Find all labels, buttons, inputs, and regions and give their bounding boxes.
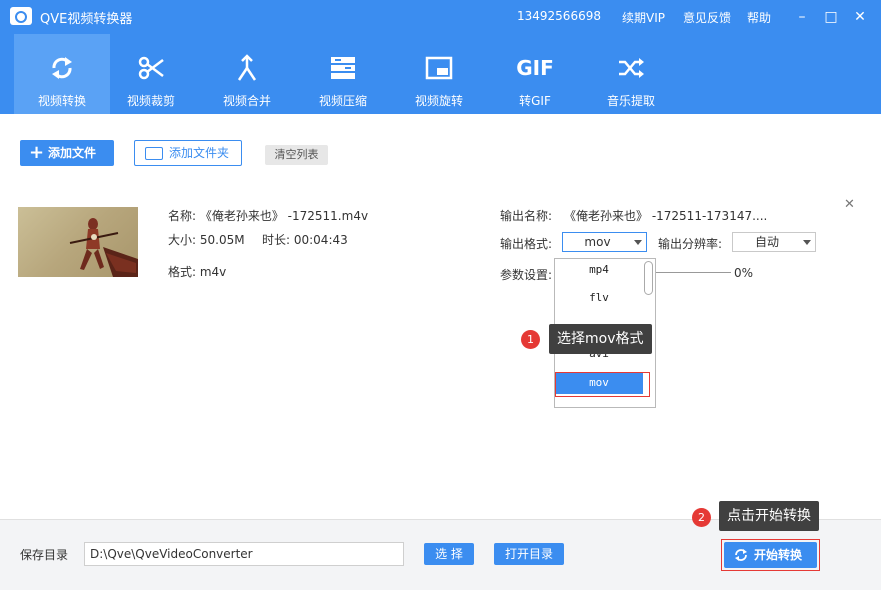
output-name: 《俺老孙来也》 -172511-173147.... <box>564 209 768 223</box>
tool-to-gif[interactable]: GIF 转GIF <box>487 34 583 114</box>
tool-video-compress[interactable]: 视频压缩 <box>295 34 391 114</box>
chevron-down-icon <box>803 240 811 245</box>
format-option-flv[interactable]: flv <box>555 291 643 304</box>
clear-list-button[interactable]: 清空列表 <box>265 145 328 165</box>
file-size: 大小: 50.05M <box>168 233 245 247</box>
dropdown-scrollbar[interactable] <box>644 261 653 295</box>
minimize-icon[interactable]: – <box>793 8 811 26</box>
help-link[interactable]: 帮助 <box>747 9 771 26</box>
params-value: 0% <box>734 266 754 280</box>
file-duration: 时长: 00:04:43 <box>262 233 348 247</box>
highlight-mov-option <box>555 372 650 397</box>
tool-video-rotate[interactable]: 视频旋转 <box>391 34 487 114</box>
tool-label: 视频旋转 <box>414 94 463 108</box>
output-resolution-select[interactable]: 自动 <box>732 232 816 252</box>
output-resolution-value: 自动 <box>754 235 779 249</box>
step-badge-1: 1 <box>521 330 540 349</box>
merge-icon <box>237 54 257 81</box>
file-format: 格式: m4v <box>168 265 227 279</box>
refresh-icon <box>735 549 747 561</box>
output-format-select[interactable]: mov <box>562 232 647 252</box>
params-label: 参数设置: <box>500 268 553 282</box>
tool-label: 视频裁剪 <box>126 94 175 108</box>
tool-video-crop[interactable]: 视频裁剪 <box>103 34 199 114</box>
save-dir-input[interactable]: D:\Qve\QveVideoConverter <box>84 542 404 566</box>
tool-video-convert[interactable]: 视频转换 <box>14 34 110 114</box>
open-dir-button[interactable]: 打开目录 <box>494 543 564 565</box>
output-name-label: 输出名称: <box>500 209 553 223</box>
output-format-label: 输出格式: <box>500 237 553 251</box>
format-option-more[interactable]: ​ <box>555 399 643 407</box>
account-phone[interactable]: 13492566698 <box>517 9 601 23</box>
tool-label: 视频压缩 <box>318 94 367 108</box>
plus-icon: + <box>29 142 45 163</box>
maximize-icon[interactable]: □ <box>822 8 840 26</box>
compress-icon <box>331 57 355 79</box>
add-file-label: 添加文件 <box>48 146 97 160</box>
refresh-icon <box>52 57 72 79</box>
tool-video-merge[interactable]: 视频合并 <box>199 34 295 114</box>
folder-icon <box>145 147 163 160</box>
save-dir-label: 保存目录 <box>20 548 69 562</box>
feedback-link[interactable]: 意见反馈 <box>683 9 731 26</box>
file-name: 名称: 《俺老孙来也》 -172511.m4v <box>168 209 369 223</box>
add-folder-button[interactable]: 添加文件夹 <box>134 140 242 166</box>
gif-icon: GIF <box>516 56 554 80</box>
add-file-button[interactable]: + 添加文件 <box>20 140 114 166</box>
choose-dir-button[interactable]: 选 择 <box>424 543 474 565</box>
tool-label: 转GIF <box>519 94 551 108</box>
renew-vip-link[interactable]: 续期VIP <box>622 9 665 26</box>
output-resolution-label: 输出分辨率: <box>658 237 723 251</box>
step-badge-2: 2 <box>692 508 711 527</box>
tooltip-start-convert: 点击开始转换 <box>719 501 819 531</box>
tool-music-extract[interactable]: 音乐提取 <box>583 34 679 114</box>
params-slider[interactable] <box>655 272 731 273</box>
chevron-down-icon <box>634 240 642 245</box>
start-convert-label: 开始转换 <box>754 548 803 562</box>
tool-label: 视频转换 <box>37 94 86 108</box>
title-bar: QVE视频转换器 13492566698 续期VIP 意见反馈 帮助 – □ ✕ <box>0 0 881 34</box>
format-option-mp4[interactable]: mp4 <box>555 263 643 276</box>
video-thumbnail <box>18 207 138 277</box>
remove-file-icon[interactable]: ✕ <box>844 197 855 212</box>
tool-label: 视频合并 <box>222 94 271 108</box>
scissors-icon <box>138 56 164 80</box>
video-frame-image <box>69 218 138 277</box>
rotate-icon <box>425 56 453 80</box>
shuffle-icon <box>619 58 644 78</box>
app-logo-icon <box>10 7 32 25</box>
add-folder-label: 添加文件夹 <box>169 146 230 160</box>
tool-label: 音乐提取 <box>606 94 655 108</box>
close-icon[interactable]: ✕ <box>851 8 869 26</box>
output-format-value: mov <box>584 235 611 249</box>
tooltip-select-mov: 选择mov格式 <box>549 324 652 354</box>
start-convert-button[interactable]: 开始转换 <box>724 542 817 568</box>
app-title: QVE视频转换器 <box>40 12 133 27</box>
toolbar: 视频转换 视频裁剪 视频合并 视频压缩 视频旋转 GIF 转GIF 音乐提取 <box>0 34 881 114</box>
